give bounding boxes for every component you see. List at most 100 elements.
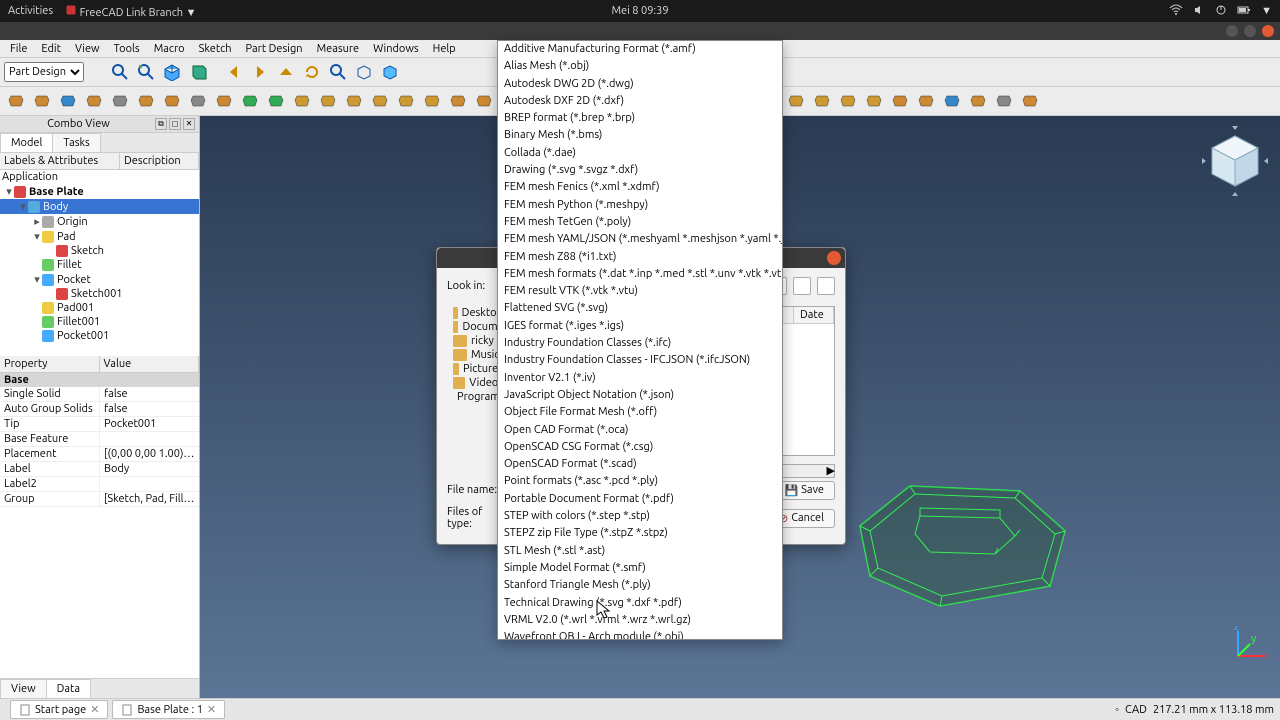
partdesign-tool-10[interactable] — [264, 89, 288, 113]
partdesign-tool-32[interactable] — [836, 89, 860, 113]
partdesign-tool-9[interactable] — [238, 89, 262, 113]
tree-item-pocket001[interactable]: Pocket001 — [0, 329, 199, 343]
property-row[interactable]: Group[Sketch, Pad, Fillet ...] — [0, 492, 199, 507]
document-tab[interactable]: Base Plate : 1✕ — [112, 700, 225, 719]
tree-item-pocket[interactable]: ▾Pocket — [0, 272, 199, 287]
partdesign-tool-7[interactable] — [186, 89, 210, 113]
property-row[interactable]: Placement[(0,00 0,00 1.00); 0,... — [0, 447, 199, 462]
format-option[interactable]: Drawing (*.svg *.svgz *.dxf) — [498, 162, 782, 179]
partdesign-tool-15[interactable] — [394, 89, 418, 113]
format-option[interactable]: Industry Foundation Classes (*.ifc) — [498, 335, 782, 352]
dialog-detailview-button[interactable] — [817, 277, 835, 295]
partdesign-tool-36[interactable] — [940, 89, 964, 113]
combo-tab-tasks[interactable]: Tasks — [52, 133, 100, 152]
bounding-box-button[interactable] — [352, 60, 376, 84]
partdesign-tool-5[interactable] — [134, 89, 158, 113]
window-maximize[interactable] — [1244, 25, 1256, 37]
partdesign-tool-12[interactable] — [316, 89, 340, 113]
property-row[interactable]: LabelBody — [0, 462, 199, 477]
format-option[interactable]: Portable Document Format (*.pdf) — [498, 491, 782, 508]
format-option[interactable]: FEM mesh formats (*.dat *.inp *.med *.st… — [498, 266, 782, 283]
format-option[interactable]: IGES format (*.iges *.igs) — [498, 318, 782, 335]
document-tab[interactable]: Start page✕ — [10, 700, 108, 719]
tree-item-pad[interactable]: ▾Pad — [0, 229, 199, 244]
format-option[interactable]: Simple Model Format (*.smf) — [498, 560, 782, 577]
partdesign-tool-2[interactable] — [56, 89, 80, 113]
format-option[interactable]: BREP format (*.brep *.brp) — [498, 110, 782, 127]
dialog-listview-button[interactable] — [793, 277, 811, 295]
format-option[interactable]: Inventor V2.1 (*.iv) — [498, 370, 782, 387]
partdesign-tool-31[interactable] — [810, 89, 834, 113]
format-option[interactable]: Industry Foundation Classes - IFCJSON (*… — [498, 352, 782, 369]
partdesign-tool-16[interactable] — [420, 89, 444, 113]
menu-file[interactable]: File — [4, 42, 33, 56]
menu-view[interactable]: View — [69, 42, 106, 56]
partdesign-tool-18[interactable] — [472, 89, 496, 113]
format-option[interactable]: JavaScript Object Notation (*.json) — [498, 387, 782, 404]
fit-selection-button[interactable] — [134, 60, 158, 84]
prop-tab-data[interactable]: Data — [46, 679, 91, 698]
format-option[interactable]: FEM result VTK (*.vtk *.vtu) — [498, 283, 782, 300]
cad-nav-style[interactable]: CAD — [1125, 704, 1147, 716]
format-option[interactable]: FEM mesh Fenics (*.xml *.xdmf) — [498, 179, 782, 196]
menu-tools[interactable]: Tools — [108, 42, 146, 56]
tree-item-sketch[interactable]: Sketch — [0, 244, 199, 258]
property-row[interactable]: TipPocket001 — [0, 417, 199, 432]
nav-back-button[interactable] — [222, 60, 246, 84]
partdesign-tool-37[interactable] — [966, 89, 990, 113]
tree-item-pad001[interactable]: Pad001 — [0, 301, 199, 315]
partdesign-tool-14[interactable] — [368, 89, 392, 113]
shaded-button[interactable] — [378, 60, 402, 84]
menu-macro[interactable]: Macro — [148, 42, 191, 56]
partdesign-tool-6[interactable] — [160, 89, 184, 113]
sync-view-button[interactable] — [300, 60, 324, 84]
format-option[interactable]: FEM mesh TetGen (*.poly) — [498, 214, 782, 231]
nav-up-button[interactable] — [274, 60, 298, 84]
partdesign-tool-0[interactable] — [4, 89, 28, 113]
partdesign-tool-35[interactable] — [914, 89, 938, 113]
isometric-button[interactable] — [160, 60, 184, 84]
activities-button[interactable]: Activities — [8, 5, 53, 17]
tree-item-fillet001[interactable]: Fillet001 — [0, 315, 199, 329]
preselect-indicator[interactable]: ◦ — [1115, 704, 1119, 716]
partdesign-tool-1[interactable] — [30, 89, 54, 113]
partdesign-tool-33[interactable] — [862, 89, 886, 113]
tree-item-body[interactable]: ▾Body — [0, 199, 199, 214]
zoom-button[interactable] — [326, 60, 350, 84]
format-option[interactable]: Collada (*.dae) — [498, 145, 782, 162]
format-option[interactable]: Open CAD Format (*.oca) — [498, 422, 782, 439]
wifi-icon[interactable] — [1169, 4, 1183, 19]
clock[interactable]: Mei 8 09:39 — [611, 5, 668, 17]
format-option[interactable]: STEPZ zip File Type (*.stpZ *.stpz) — [498, 525, 782, 542]
partdesign-tool-13[interactable] — [342, 89, 366, 113]
tree-item-origin[interactable]: ▸Origin — [0, 214, 199, 229]
partdesign-tool-39[interactable] — [1018, 89, 1042, 113]
window-minimize[interactable] — [1226, 25, 1238, 37]
fit-all-button[interactable] — [108, 60, 132, 84]
view-front-button[interactable] — [186, 60, 210, 84]
format-option[interactable]: STEP with colors (*.step *.stp) — [498, 508, 782, 525]
format-option[interactable]: Flattened SVG (*.svg) — [498, 300, 782, 317]
panel-undock-button[interactable]: ⧉ — [155, 118, 167, 130]
format-option[interactable]: Alias Mesh (*.obj) — [498, 58, 782, 75]
partdesign-tool-17[interactable] — [446, 89, 470, 113]
property-row[interactable]: Base Feature — [0, 432, 199, 447]
format-option[interactable]: FEM mesh Z88 (*i1.txt) — [498, 249, 782, 266]
format-option[interactable]: FEM mesh YAML/JSON (*.meshyaml *.meshjso… — [498, 231, 782, 248]
format-option[interactable]: STL Mesh (*.stl *.ast) — [498, 543, 782, 560]
property-row[interactable]: Single Solidfalse — [0, 387, 199, 402]
battery-icon[interactable] — [1237, 5, 1251, 18]
format-option[interactable]: FEM mesh Python (*.meshpy) — [498, 197, 782, 214]
menu-help[interactable]: Help — [427, 42, 462, 56]
tree-item-sketch001[interactable]: Sketch001 — [0, 287, 199, 301]
power-icon[interactable] — [1215, 4, 1227, 19]
partdesign-tool-34[interactable] — [888, 89, 912, 113]
nav-forward-button[interactable] — [248, 60, 272, 84]
system-menu-icon[interactable]: ▼ — [1261, 5, 1272, 17]
format-option[interactable]: Stanford Triangle Mesh (*.ply) — [498, 577, 782, 594]
format-option[interactable]: OpenSCAD Format (*.scad) — [498, 456, 782, 473]
partdesign-tool-30[interactable] — [784, 89, 808, 113]
partdesign-tool-8[interactable] — [212, 89, 236, 113]
volume-icon[interactable] — [1193, 4, 1205, 19]
format-option[interactable]: VRML V2.0 (*.wrl *.vrml *.wrz *.wrl.gz) — [498, 612, 782, 629]
